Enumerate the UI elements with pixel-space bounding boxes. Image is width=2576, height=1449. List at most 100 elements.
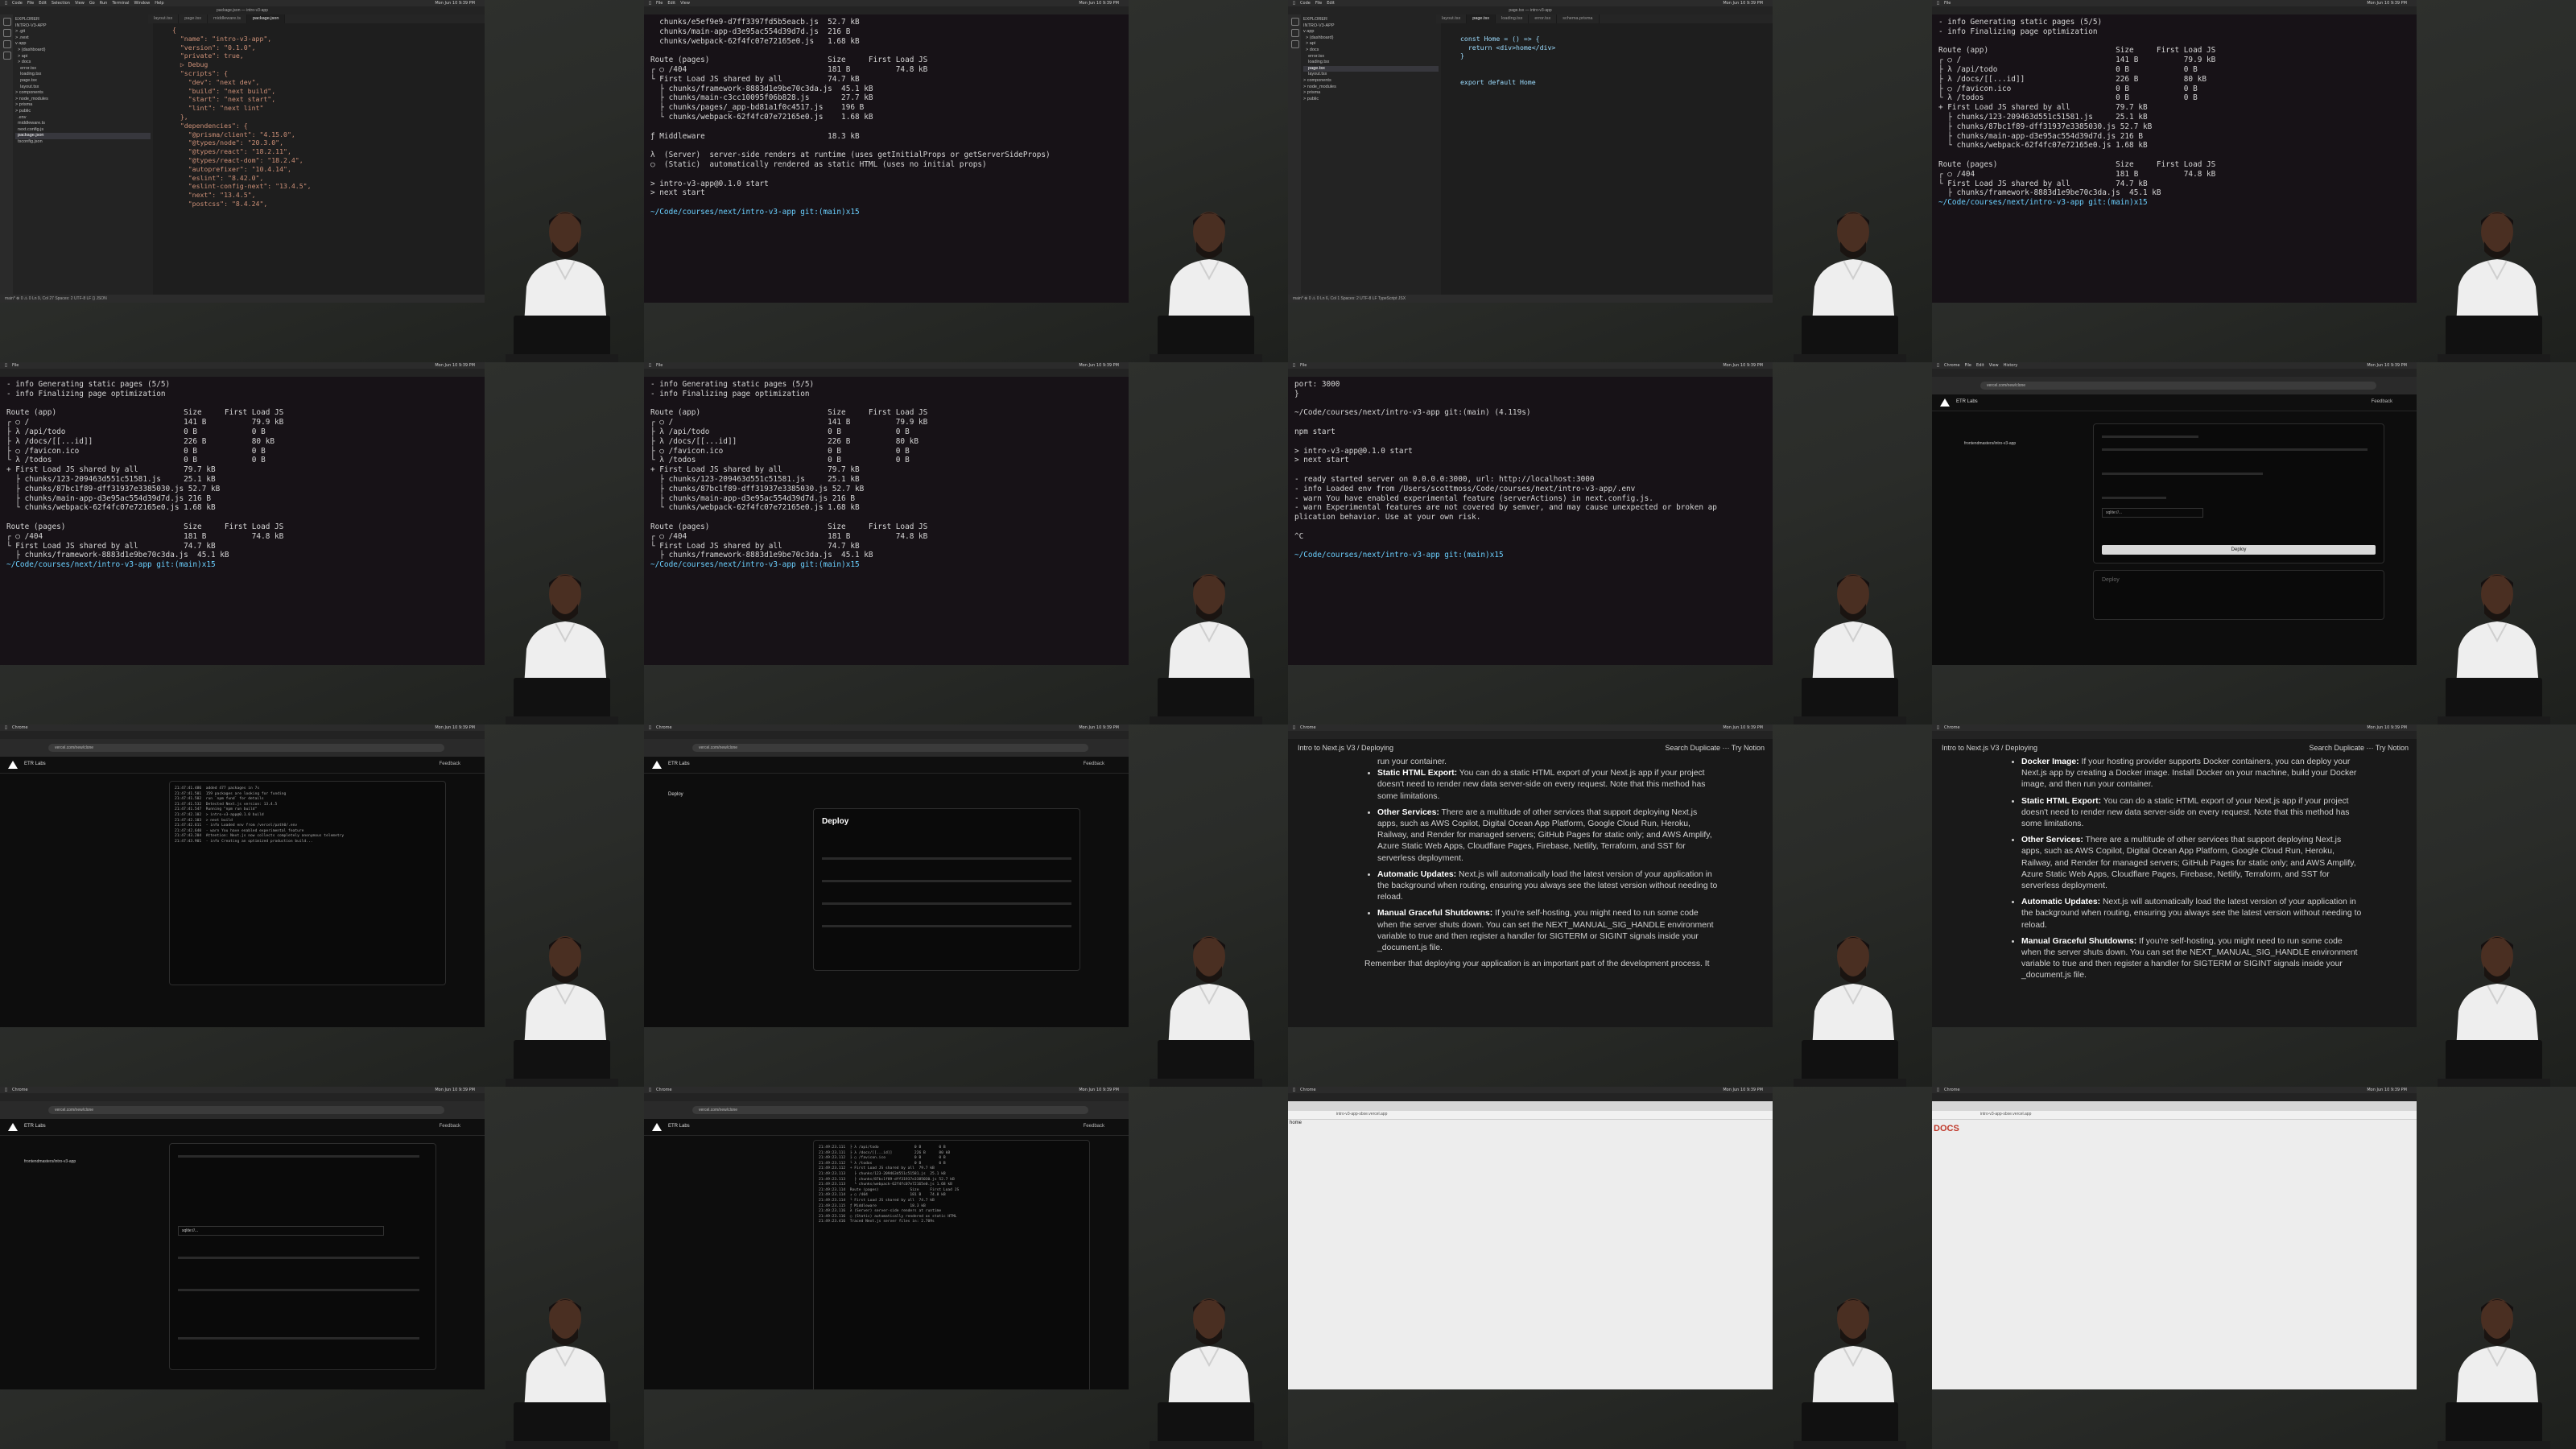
tab-package-json[interactable]: package.json bbox=[246, 14, 286, 23]
menu-code[interactable]: Code bbox=[12, 1, 23, 6]
tree-item[interactable]: > docs bbox=[1303, 47, 1439, 54]
vercel-logo-icon[interactable] bbox=[652, 1123, 662, 1131]
tree-item[interactable]: > docs bbox=[15, 60, 151, 66]
tree-item[interactable]: > components bbox=[1303, 78, 1439, 85]
team-name[interactable]: ETR Labs bbox=[668, 762, 690, 766]
feedback-button[interactable]: Feedback bbox=[440, 1124, 460, 1129]
build-log[interactable]: 21:49:23.111 ├ λ /api/todo 0 B 0 B 21:49… bbox=[813, 1140, 1090, 1389]
tree-item[interactable]: tsconfig.json bbox=[15, 139, 151, 146]
code-content[interactable]: const Home = () => { return <div>home</d… bbox=[1436, 26, 1773, 295]
tree-item-package-json[interactable]: package.json bbox=[15, 133, 151, 139]
menu-view[interactable]: View bbox=[75, 1, 85, 6]
menu-view[interactable]: View bbox=[680, 1, 690, 6]
terminal-output[interactable]: - info Generating static pages (5/5) - i… bbox=[0, 377, 485, 665]
vercel-logo-icon[interactable] bbox=[1940, 398, 1950, 407]
tree-item[interactable]: v app bbox=[15, 41, 151, 47]
tree-item[interactable]: > components bbox=[15, 90, 151, 97]
extensions-icon[interactable] bbox=[3, 52, 11, 60]
tree-item[interactable]: > .git bbox=[15, 29, 151, 35]
menu-file[interactable]: File bbox=[27, 1, 34, 6]
explorer-icon[interactable] bbox=[3, 18, 11, 26]
terminal-output[interactable]: chunks/e5ef9e9-d7ff3397fd5b5eacb.js 52.7… bbox=[644, 14, 1129, 303]
address-bar[interactable]: vercel.com/new/clone bbox=[48, 744, 444, 752]
breadcrumb[interactable]: Intro to Next.js V3 / Deploying bbox=[1298, 744, 1393, 752]
tab-layout[interactable]: layout.tsx bbox=[148, 14, 180, 23]
menu-chrome[interactable]: Chrome bbox=[656, 1088, 672, 1092]
tree-item[interactable]: > public bbox=[1303, 97, 1439, 103]
menu-file[interactable]: File bbox=[656, 363, 663, 368]
address-bar[interactable]: intro-v3-app-sbxe.vercel.app bbox=[1288, 1111, 1773, 1120]
tab-page[interactable]: page.tsx bbox=[179, 14, 208, 23]
team-name[interactable]: ETR Labs bbox=[668, 1124, 690, 1129]
tree-item[interactable]: > (dashboard) bbox=[1303, 35, 1439, 42]
tree-item[interactable]: > prisma bbox=[15, 102, 151, 109]
menu-run[interactable]: Run bbox=[100, 1, 108, 6]
notion-actions[interactable]: Search Duplicate ··· Try Notion bbox=[2309, 744, 2409, 752]
menu-chrome[interactable]: Chrome bbox=[1300, 725, 1316, 730]
menu-file[interactable]: File bbox=[656, 1, 663, 6]
address-bar[interactable]: vercel.com/new/clone bbox=[692, 744, 1088, 752]
tree-item[interactable]: error.tsx bbox=[15, 66, 151, 72]
search-icon[interactable] bbox=[3, 29, 11, 37]
file-explorer[interactable]: EXPLORER INTRO-V3-APP > .git > .next v app >… bbox=[13, 14, 153, 295]
menu-chrome[interactable]: Chrome bbox=[1944, 1088, 1960, 1092]
tree-item[interactable]: layout.tsx bbox=[1303, 72, 1439, 78]
feedback-button[interactable]: Feedback bbox=[1084, 1124, 1104, 1129]
menu-help[interactable]: Help bbox=[155, 1, 163, 6]
tree-item[interactable]: > prisma bbox=[1303, 90, 1439, 97]
menu-terminal[interactable]: Terminal bbox=[112, 1, 129, 6]
notion-actions[interactable]: Search Duplicate ··· Try Notion bbox=[1665, 744, 1765, 752]
breadcrumb[interactable]: Intro to Next.js V3 / Deploying bbox=[1942, 744, 2037, 752]
address-bar[interactable]: vercel.com/new/clone bbox=[1980, 382, 2376, 390]
team-name[interactable]: ETR Labs bbox=[24, 762, 46, 766]
source-control-icon[interactable] bbox=[1291, 40, 1299, 48]
build-log[interactable]: 21:47:41.486 added 477 packages in 7s 21… bbox=[169, 781, 446, 985]
source-control-icon[interactable] bbox=[3, 40, 11, 48]
menu-edit[interactable]: Edit bbox=[39, 1, 47, 6]
menu-chrome[interactable]: Chrome bbox=[12, 725, 28, 730]
menu-chrome[interactable]: Chrome bbox=[656, 725, 672, 730]
team-name[interactable]: ETR Labs bbox=[1956, 399, 1978, 404]
tree-item[interactable]: > node_modules bbox=[1303, 85, 1439, 91]
tree-item[interactable]: > (dashboard) bbox=[15, 47, 151, 54]
menu-window[interactable]: Window bbox=[134, 1, 150, 6]
file-explorer[interactable]: EXPLORER INTRO-V3-APP v app > (dashboard) … bbox=[1301, 14, 1441, 295]
menu-code[interactable]: Code bbox=[1300, 1, 1311, 6]
vercel-logo-icon[interactable] bbox=[652, 761, 662, 769]
address-bar[interactable]: vercel.com/new/clone bbox=[692, 1106, 1088, 1114]
menu-chrome[interactable]: Chrome bbox=[12, 1088, 28, 1092]
vercel-logo-icon[interactable] bbox=[8, 1123, 18, 1131]
tree-item[interactable]: layout.tsx bbox=[15, 85, 151, 91]
tree-item[interactable]: > public bbox=[15, 109, 151, 115]
menu-edit[interactable]: Edit bbox=[1327, 1, 1335, 6]
address-bar[interactable]: intro-v3-app-sbxe.vercel.app bbox=[1932, 1111, 2417, 1120]
menu-file[interactable]: File bbox=[1300, 363, 1307, 368]
vercel-logo-icon[interactable] bbox=[8, 761, 18, 769]
tab-schema[interactable]: schema.prisma bbox=[1557, 14, 1600, 23]
tab-layout[interactable]: layout.tsx bbox=[1436, 14, 1468, 23]
menu-file[interactable]: File bbox=[12, 363, 19, 368]
tab-error[interactable]: error.tsx bbox=[1529, 14, 1558, 23]
menu-chrome[interactable]: Chrome bbox=[1944, 363, 1960, 368]
tree-item[interactable]: .env bbox=[15, 115, 151, 122]
terminal-output[interactable]: - info Generating static pages (5/5) - i… bbox=[1932, 14, 2417, 303]
terminal-output[interactable]: - info Generating static pages (5/5) - i… bbox=[644, 377, 1129, 665]
feedback-button[interactable]: Feedback bbox=[440, 762, 460, 766]
deploy-button[interactable]: Deploy bbox=[2102, 545, 2376, 555]
menu-history[interactable]: History bbox=[2004, 363, 2018, 368]
feedback-button[interactable]: Feedback bbox=[1084, 762, 1104, 766]
tree-item[interactable]: page.tsx bbox=[15, 78, 151, 85]
tree-item[interactable]: > .next bbox=[15, 35, 151, 42]
menu-file[interactable]: File bbox=[1315, 1, 1322, 6]
menu-selection[interactable]: Selection bbox=[52, 1, 70, 6]
tree-item[interactable]: > api bbox=[15, 54, 151, 60]
code-content[interactable]: { "name": "intro-v3-app", "version": "0.… bbox=[148, 26, 485, 295]
tree-item[interactable]: > api bbox=[1303, 41, 1439, 47]
project-root[interactable]: INTRO-V3-APP bbox=[1303, 23, 1439, 30]
menu-chrome[interactable]: Chrome bbox=[1944, 725, 1960, 730]
tree-item[interactable]: v app bbox=[1303, 29, 1439, 35]
build-command-input[interactable]: sqlite://... bbox=[178, 1226, 384, 1236]
env-value-input[interactable]: sqlite://... bbox=[2102, 508, 2203, 518]
tree-item[interactable]: middleware.ts bbox=[15, 121, 151, 127]
tree-item[interactable]: > node_modules bbox=[15, 97, 151, 103]
